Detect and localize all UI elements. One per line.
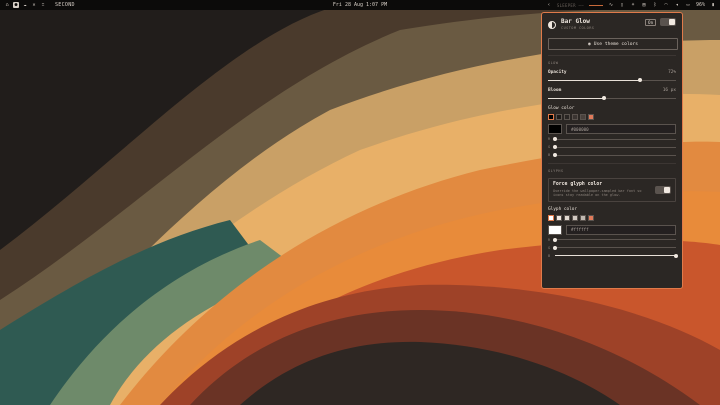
glow-color-swatch[interactable]: [580, 114, 586, 120]
system-tray: ‹ SLEEPER —— ∿ ▯ ☀ ▤ ᛒ ◠ ◂ ▭ 96% ▮: [546, 0, 716, 10]
home-icon[interactable]: ⌂: [4, 2, 10, 8]
glow-color-label: Glow color: [548, 106, 575, 111]
glow-section-label: GLOW: [548, 61, 559, 65]
glow-color-preview[interactable]: [548, 124, 562, 134]
glow-swatches: [548, 114, 676, 120]
force-glyph-toggle[interactable]: [655, 185, 671, 194]
contrast-icon: [548, 21, 556, 29]
glyph-channel-sliders: RGB: [548, 237, 678, 259]
battery-percent[interactable]: 96%: [696, 2, 705, 8]
phone-icon[interactable]: ▯: [619, 2, 625, 8]
glow-channel-sliders: RGB: [548, 136, 676, 158]
clock[interactable]: Fri 28 Aug 1:07 PM: [333, 2, 387, 8]
media-progress-bar: [588, 4, 603, 6]
glyph-swatches: [548, 214, 676, 221]
glyph-channel-thumb[interactable]: [553, 245, 557, 250]
glyph-channel-thumb[interactable]: [674, 253, 678, 258]
glyph-channel-row: G: [548, 245, 676, 251]
bluetooth-icon[interactable]: ᛒ: [652, 2, 658, 8]
glow-channel-row: B: [548, 152, 676, 158]
cloud-icon[interactable]: ☁: [22, 2, 28, 8]
battery-icon: ▮: [711, 1, 715, 8]
glyph-color-swatch[interactable]: [564, 214, 570, 221]
on-badge: On: [645, 18, 656, 26]
top-bar: ⌂ ● ☁ ✕ ∷ SECOND Fri 28 Aug 1:07 PM ‹ SL…: [0, 0, 720, 10]
bloom-value: 16 px: [662, 88, 676, 93]
bloom-slider[interactable]: [548, 95, 676, 101]
glyph-channel-slider[interactable]: [553, 237, 676, 243]
glyph-channel-thumb[interactable]: [553, 237, 557, 242]
top-bar-left: ⌂ ● ☁ ✕ ∷ SECOND: [0, 2, 75, 8]
chevron-left-icon[interactable]: ‹: [546, 2, 552, 8]
glow-hex-input[interactable]: [566, 124, 676, 134]
person-icon[interactable]: ●: [13, 2, 19, 8]
use-theme-colors-button[interactable]: ◉ Use theme colors: [548, 38, 678, 50]
clipboard-icon[interactable]: ▤: [641, 2, 647, 8]
glyph-color-swatch[interactable]: [572, 214, 578, 221]
glow-channel-thumb[interactable]: [553, 137, 557, 141]
bar-glow-toggle[interactable]: [660, 18, 676, 26]
bar-glow-panel: Bar Glow CUSTOM COLORS On ◉ Use theme co…: [541, 12, 683, 289]
display-icon[interactable]: ▭: [685, 2, 691, 8]
glyph-hex-input[interactable]: [566, 224, 676, 235]
grid-icon[interactable]: ∷: [40, 2, 46, 8]
glyphs-section-label: GLYPHS: [548, 169, 564, 173]
glow-channel-row: R: [548, 136, 676, 142]
toggle-knob: [664, 186, 670, 193]
glyph-channel-row: R: [548, 237, 676, 243]
volume-icon[interactable]: ◂: [674, 2, 680, 8]
panel-title: Bar Glow: [561, 18, 590, 25]
close-x-icon[interactable]: ✕: [31, 2, 37, 8]
glyph-color-preview[interactable]: [548, 224, 562, 235]
glyph-color-swatch[interactable]: [548, 214, 554, 221]
glow-channel-slider[interactable]: [553, 152, 676, 158]
glyph-channel-label: B: [548, 253, 551, 258]
force-glyph-description: Override the wallpaper-sampled bar font …: [553, 189, 642, 198]
glyph-color-swatch[interactable]: [556, 214, 562, 221]
opacity-slider-thumb[interactable]: [638, 78, 643, 82]
bloom-label: Bloom: [548, 88, 562, 93]
glyph-color-swatch[interactable]: [580, 214, 586, 221]
panel-header: Bar Glow CUSTOM COLORS On: [548, 18, 676, 30]
glyph-color-swatch[interactable]: [588, 214, 594, 221]
toggle-knob: [669, 19, 675, 25]
glow-channel-row: G: [548, 144, 676, 150]
opacity-label: Opacity: [548, 70, 567, 75]
use-theme-colors-label: Use theme colors: [593, 41, 639, 47]
wave-icon[interactable]: ∿: [608, 2, 614, 8]
force-glyph-title: Force glyph color: [553, 182, 603, 187]
glow-color-swatch[interactable]: [548, 114, 554, 120]
glow-color-swatch[interactable]: [564, 114, 570, 120]
glow-channel-thumb[interactable]: [553, 145, 557, 149]
media-title[interactable]: SLEEPER ——: [557, 3, 584, 8]
force-glyph-color-card: Force glyph color Override the wallpaper…: [548, 178, 676, 202]
wifi-icon[interactable]: ◠: [663, 2, 669, 8]
panel-subtitle: CUSTOM COLORS: [561, 26, 595, 30]
palette-icon: ◉: [587, 41, 591, 47]
glow-channel-slider[interactable]: [553, 136, 676, 142]
glow-color-swatch[interactable]: [588, 114, 594, 120]
glyph-channel-row: B: [548, 253, 678, 259]
glow-color-swatch[interactable]: [572, 114, 578, 120]
bloom-slider-thumb[interactable]: [602, 96, 607, 100]
sun-icon[interactable]: ☀: [630, 2, 636, 8]
workspace-name[interactable]: SECOND: [55, 2, 75, 8]
divider: [548, 55, 676, 56]
glow-channel-slider[interactable]: [553, 144, 676, 150]
glyph-channel-slider[interactable]: [555, 253, 678, 259]
glow-color-swatch[interactable]: [556, 114, 562, 120]
glyph-color-label: Glyph color: [548, 206, 578, 212]
glow-channel-thumb[interactable]: [553, 153, 557, 157]
opacity-value: 72%: [668, 70, 676, 75]
divider: [548, 163, 676, 164]
glyph-channel-slider[interactable]: [553, 245, 676, 251]
opacity-slider[interactable]: [548, 77, 676, 83]
